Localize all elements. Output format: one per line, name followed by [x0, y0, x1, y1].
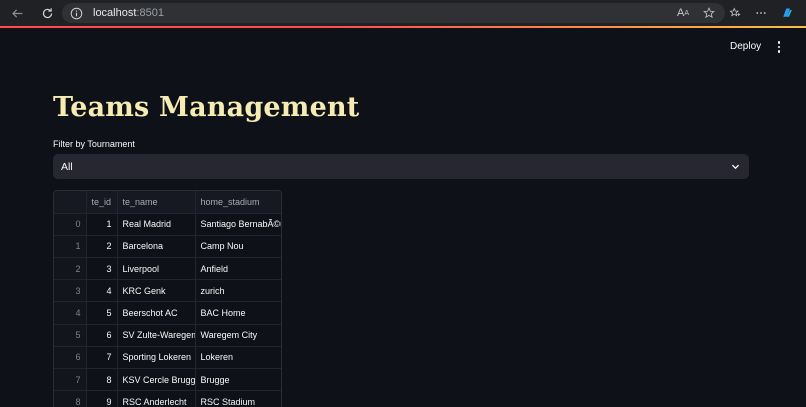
favorites-icon[interactable]: [722, 3, 748, 23]
table-row[interactable]: 3 4 KRC Genk zurich: [54, 279, 281, 303]
teams-table[interactable]: te_id te_name home_stadium 0 1 Real Madr…: [53, 190, 282, 407]
cell-te-name: Liverpool: [117, 257, 196, 281]
app-main: Deploy Teams Management Filter by Tourna…: [2, 28, 804, 407]
deploy-button[interactable]: Deploy: [730, 41, 761, 52]
cell-home-stadium: Waregem City: [195, 324, 281, 347]
row-index: 8: [54, 390, 87, 407]
row-index: 7: [54, 368, 87, 392]
row-index: 1: [54, 235, 87, 259]
cell-home-stadium: RSC Stadium: [195, 390, 281, 407]
cell-home-stadium: Brugge: [195, 368, 281, 392]
row-index: 6: [54, 346, 87, 370]
cell-te-name: RSC Anderlecht: [117, 390, 196, 407]
read-aloud-label: A: [676, 7, 685, 19]
row-index: 0: [54, 213, 87, 236]
info-icon[interactable]: [70, 7, 83, 20]
cell-te-name: KRC Genk: [117, 279, 196, 303]
kebab-menu-icon[interactable]: [772, 40, 786, 54]
column-header-te-name[interactable]: te_name: [117, 191, 196, 214]
url-port: :8501: [136, 7, 164, 19]
chevron-down-icon: [731, 164, 740, 170]
favorite-star-icon[interactable]: [696, 3, 722, 23]
column-header-home-stadium[interactable]: home_stadium: [195, 191, 281, 214]
table-row[interactable]: 2 3 Liverpool Anfield: [54, 257, 281, 281]
filter-label: Filter by Tournament: [53, 139, 135, 149]
column-header-index: [54, 191, 87, 214]
cell-te-id: 6: [86, 324, 118, 347]
cell-te-id: 2: [86, 235, 118, 259]
cell-te-name: KSV Cercle Brugge: [117, 368, 196, 392]
copilot-icon[interactable]: [774, 3, 800, 23]
read-aloud-icon[interactable]: AA: [670, 3, 696, 23]
cell-te-name: Beerschot AC: [117, 301, 196, 325]
cell-te-id: 8: [86, 368, 118, 392]
table-row[interactable]: 0 1 Real Madrid Santiago BernabÃ©u: [54, 213, 281, 236]
cell-te-id: 1: [86, 213, 118, 236]
table-row[interactable]: 6 7 Sporting Lokeren Lokeren: [54, 346, 281, 370]
url-text: localhost:8501: [93, 7, 164, 19]
cell-home-stadium: Anfield: [195, 257, 281, 281]
cell-home-stadium: Santiago BernabÃ©u: [195, 213, 281, 236]
table-header-row: te_id te_name home_stadium: [54, 191, 281, 214]
cell-te-id: 3: [86, 257, 118, 281]
browser-toolbar: localhost:8501 AA: [0, 0, 806, 26]
cell-te-id: 9: [86, 390, 118, 407]
table-row[interactable]: 7 8 KSV Cercle Brugge Brugge: [54, 368, 281, 392]
refresh-button[interactable]: [36, 2, 58, 24]
url-host: localhost: [93, 7, 137, 19]
cell-te-name: Sporting Lokeren: [117, 346, 196, 370]
cell-home-stadium: BAC Home: [195, 301, 281, 325]
cell-te-id: 5: [86, 301, 118, 325]
tournament-select[interactable]: All: [53, 154, 749, 179]
column-header-te-id[interactable]: te_id: [86, 191, 118, 214]
cell-home-stadium: zurich: [195, 279, 281, 303]
back-arrow-icon: [11, 8, 22, 18]
address-bar[interactable]: localhost:8501: [62, 3, 725, 23]
table-row[interactable]: 8 9 RSC Anderlecht RSC Stadium: [54, 390, 281, 407]
refresh-icon: [42, 7, 52, 18]
back-button[interactable]: [6, 2, 28, 24]
cell-te-name: SV Zulte-Waregem: [117, 324, 196, 347]
row-index: 4: [54, 301, 87, 325]
table-row[interactable]: 1 2 Barcelona Camp Nou: [54, 235, 281, 259]
table-row[interactable]: 4 5 Beerschot AC BAC Home: [54, 301, 281, 325]
row-index: 3: [54, 279, 87, 303]
cell-home-stadium: Camp Nou: [195, 235, 281, 259]
cell-te-id: 7: [86, 346, 118, 370]
select-value: All: [61, 160, 73, 173]
cell-te-name: Real Madrid: [117, 213, 196, 236]
more-icon[interactable]: [748, 3, 774, 23]
page-title: Teams Management: [53, 92, 360, 123]
row-index: 2: [54, 257, 87, 281]
cell-home-stadium: Lokeren: [195, 346, 281, 370]
cell-te-id: 4: [86, 279, 118, 303]
cell-te-name: Barcelona: [117, 235, 196, 259]
row-index: 5: [54, 324, 87, 347]
table-row[interactable]: 5 6 SV Zulte-Waregem Waregem City: [54, 324, 281, 347]
browser-actions: AA: [670, 3, 800, 23]
